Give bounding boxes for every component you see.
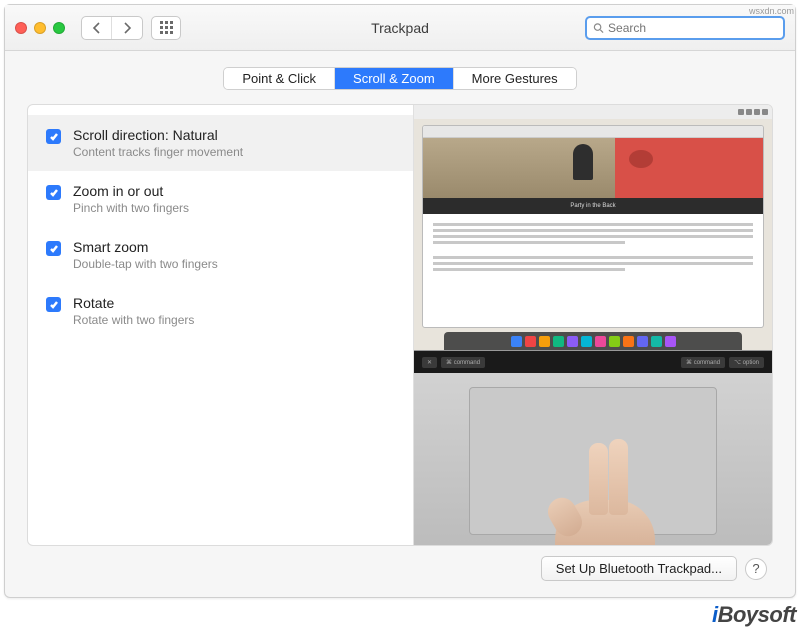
- watermark: iBoysoft: [712, 602, 796, 628]
- option-title: Scroll direction: Natural: [73, 127, 243, 143]
- content-area: Point & Click Scroll & Zoom More Gesture…: [5, 51, 795, 597]
- show-all-button[interactable]: [151, 16, 181, 40]
- tab-point-click[interactable]: Point & Click: [224, 68, 335, 89]
- option-scroll-direction[interactable]: Scroll direction: Natural Content tracks…: [28, 115, 413, 171]
- options-list: Scroll direction: Natural Content tracks…: [28, 105, 413, 545]
- option-rotate[interactable]: Rotate Rotate with two fingers: [28, 283, 413, 339]
- tab-scroll-zoom[interactable]: Scroll & Zoom: [335, 68, 454, 89]
- preview-hero-text: Party in the Back: [423, 198, 763, 214]
- help-button[interactable]: ?: [745, 558, 767, 580]
- checkbox[interactable]: [46, 185, 61, 200]
- option-desc: Double-tap with two fingers: [73, 257, 218, 271]
- source-url: wsxdn.com: [749, 6, 794, 16]
- forward-button[interactable]: [112, 17, 142, 39]
- tab-more-gestures[interactable]: More Gestures: [454, 68, 576, 89]
- option-desc: Pinch with two fingers: [73, 201, 189, 215]
- search-icon: [593, 22, 604, 34]
- preview-browser: Party in the Back: [422, 125, 764, 328]
- tab-bar: Point & Click Scroll & Zoom More Gesture…: [223, 67, 576, 90]
- checkbox[interactable]: [46, 297, 61, 312]
- gesture-preview: Party in the Back ✕ ⌘ command: [413, 105, 772, 545]
- preview-screen: Party in the Back: [414, 105, 772, 351]
- back-button[interactable]: [82, 17, 112, 39]
- option-desc: Content tracks finger movement: [73, 145, 243, 159]
- preferences-window: Trackpad Point & Click Scroll & Zoom Mor…: [4, 4, 796, 598]
- option-title: Rotate: [73, 295, 194, 311]
- option-smart-zoom[interactable]: Smart zoom Double-tap with two fingers: [28, 227, 413, 283]
- option-zoom[interactable]: Zoom in or out Pinch with two fingers: [28, 171, 413, 227]
- grid-icon: [160, 21, 173, 34]
- preview-touchbar: ✕ ⌘ command ⌘ command ⌥ option: [414, 351, 772, 373]
- option-title: Zoom in or out: [73, 183, 189, 199]
- preview-trackpad: [414, 373, 772, 545]
- option-title: Smart zoom: [73, 239, 218, 255]
- preview-dock: [444, 332, 742, 350]
- hand-icon: [545, 435, 665, 546]
- option-desc: Rotate with two fingers: [73, 313, 194, 327]
- checkbox[interactable]: [46, 241, 61, 256]
- setup-bluetooth-button[interactable]: Set Up Bluetooth Trackpad...: [541, 556, 737, 581]
- preview-menubar: [414, 105, 772, 119]
- zoom-icon[interactable]: [53, 22, 65, 34]
- traffic-lights: [15, 22, 65, 34]
- search-input[interactable]: [608, 21, 777, 35]
- search-field[interactable]: [585, 16, 785, 40]
- close-icon[interactable]: [15, 22, 27, 34]
- minimize-icon[interactable]: [34, 22, 46, 34]
- footer: Set Up Bluetooth Trackpad... ?: [27, 546, 773, 585]
- titlebar: Trackpad: [5, 5, 795, 51]
- settings-pane: Scroll direction: Natural Content tracks…: [27, 104, 773, 546]
- nav-back-forward: [81, 16, 143, 40]
- checkbox[interactable]: [46, 129, 61, 144]
